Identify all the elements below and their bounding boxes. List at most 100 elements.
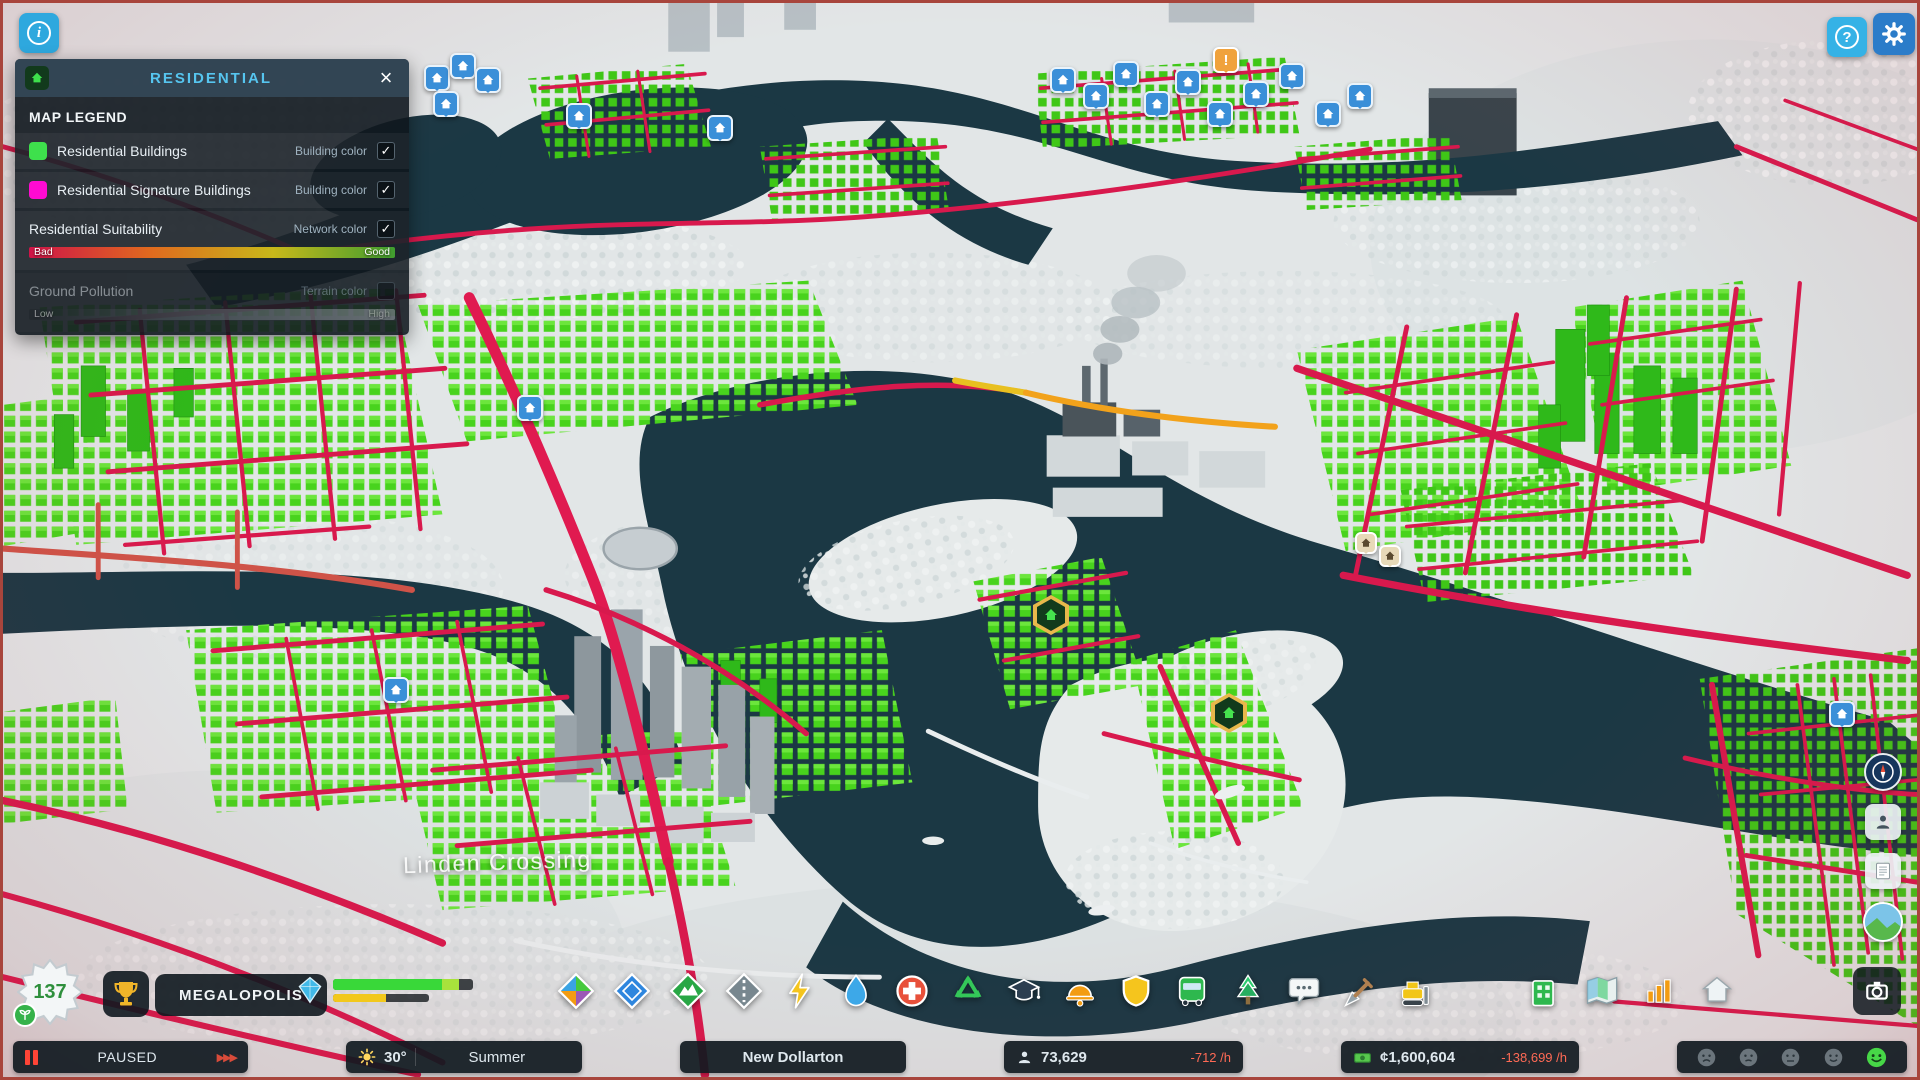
- transportation-button[interactable]: [1170, 969, 1214, 1013]
- pollution-checkbox[interactable]: [377, 282, 395, 300]
- suitability-gradient-bar: Bad Good: [29, 247, 395, 258]
- signature-checkbox[interactable]: [377, 181, 395, 199]
- residential-checkbox[interactable]: [377, 142, 395, 160]
- legend-row-label: Ground Pollution: [29, 283, 134, 299]
- house-marker-icon[interactable]: [383, 677, 409, 703]
- house-marker-icon[interactable]: [450, 53, 476, 79]
- city-name-widget: New Dollarton: [680, 1041, 906, 1073]
- statistics-icon: [1647, 979, 1671, 1003]
- electricity-button[interactable]: [778, 969, 822, 1013]
- statistics-button[interactable]: [1637, 969, 1681, 1013]
- fire-rescue-button[interactable]: [1058, 969, 1102, 1013]
- house-marker-icon[interactable]: [1083, 83, 1109, 109]
- scale-min-label: Low: [34, 308, 54, 320]
- advisor-icon: [1701, 976, 1733, 1002]
- demolition-button[interactable]: [1394, 969, 1438, 1013]
- pollution-gradient-bar: Low High: [29, 309, 395, 320]
- photo-mode-button[interactable]: [1853, 967, 1901, 1015]
- water-button[interactable]: [834, 969, 878, 1013]
- house-marker-icon[interactable]: [1144, 91, 1170, 117]
- home-lot-marker-icon[interactable]: [1379, 545, 1401, 567]
- house-marker-icon[interactable]: [517, 395, 543, 421]
- house-marker-icon[interactable]: [1243, 81, 1269, 107]
- garbage-button[interactable]: [946, 969, 990, 1013]
- house-marker-icon[interactable]: [433, 91, 459, 117]
- house-marker-icon[interactable]: [1050, 67, 1076, 93]
- advisor-button[interactable]: [1695, 969, 1739, 1013]
- house-marker-icon[interactable]: [1113, 61, 1139, 87]
- communications-icon: [1288, 978, 1320, 1006]
- house-marker-icon[interactable]: [1347, 83, 1373, 109]
- treasury-widget: ¢1,600,604 -138,699 /h: [1341, 1041, 1579, 1073]
- angry-face-icon: [1696, 1047, 1717, 1068]
- population-widget: 73,629 -712 /h: [1004, 1041, 1243, 1073]
- legend-row-type: Network color: [293, 222, 367, 236]
- residential-zone-icon: [25, 66, 49, 90]
- house-marker-icon[interactable]: [707, 115, 733, 141]
- water-icon: [845, 973, 867, 1007]
- journal-icon: [1876, 862, 1890, 880]
- treasury-change: -138,699 /h: [1501, 1049, 1567, 1065]
- fire-rescue-icon: [1066, 984, 1094, 1007]
- neutral-face-icon: [1780, 1047, 1801, 1068]
- home-lot-marker-icon[interactable]: [1355, 532, 1377, 554]
- parks-button[interactable]: [1226, 969, 1270, 1013]
- education-button[interactable]: [1002, 969, 1046, 1013]
- house-marker-icon[interactable]: [475, 67, 501, 93]
- legend-row-pollution: Ground Pollution Terrain color Low High: [15, 273, 409, 332]
- roads-button[interactable]: [722, 969, 766, 1013]
- speed-arrows-icon[interactable]: ▶▶▶: [217, 1051, 238, 1064]
- house-marker-icon[interactable]: [424, 65, 450, 91]
- help-button[interactable]: ?: [1827, 17, 1867, 57]
- xp-bar: [333, 978, 473, 990]
- milestones-trophy-button[interactable]: [103, 971, 149, 1017]
- temperature-value: 30°: [384, 1048, 407, 1066]
- landscaping-icon: [1343, 978, 1373, 1008]
- districts-button[interactable]: [610, 969, 654, 1013]
- milestone-badge[interactable]: 137: [13, 959, 83, 1027]
- communications-button[interactable]: [1282, 969, 1326, 1013]
- house-marker-icon[interactable]: [1207, 101, 1233, 127]
- very-happy-face-icon: [1865, 1046, 1888, 1069]
- healthcare-button[interactable]: [890, 969, 934, 1013]
- happy-face-icon: [1823, 1047, 1844, 1068]
- info-icon: i: [27, 21, 51, 45]
- legend-row-label: Residential Buildings: [57, 143, 187, 159]
- settings-button[interactable]: [1873, 13, 1915, 55]
- suitability-checkbox[interactable]: [377, 220, 395, 238]
- info-views-button[interactable]: [1521, 969, 1565, 1013]
- residential-swatch: [29, 142, 47, 160]
- simulation-speed-controls: PAUSED ▶▶▶: [13, 1041, 248, 1073]
- help-icon: ?: [1835, 25, 1859, 49]
- legend-row-label: Residential Signature Buildings: [57, 182, 251, 198]
- house-marker-icon[interactable]: [1175, 69, 1201, 95]
- alert-marker-icon[interactable]: !: [1213, 47, 1239, 73]
- house-marker-icon[interactable]: [1279, 63, 1305, 89]
- police-icon: [1122, 975, 1150, 1007]
- pause-icon[interactable]: [25, 1049, 38, 1065]
- police-button[interactable]: [1114, 969, 1158, 1013]
- right-edge-tools: [1863, 753, 1903, 942]
- close-icon[interactable]: ×: [373, 65, 399, 91]
- roads-icon: [725, 972, 763, 1010]
- parks-icon: [1236, 974, 1260, 1005]
- zoning-button[interactable]: [554, 969, 598, 1013]
- population-value: 73,629: [1041, 1048, 1087, 1066]
- journal-button[interactable]: [1865, 853, 1901, 889]
- transportation-icon: [1178, 976, 1206, 1007]
- treasury-value: ¢1,600,604: [1380, 1048, 1456, 1066]
- map-tiles-button[interactable]: [1579, 969, 1623, 1013]
- landscaping-button[interactable]: [1338, 969, 1382, 1013]
- main-toolbar: [554, 969, 1438, 1013]
- citizen-panel-button[interactable]: [1865, 804, 1901, 840]
- house-marker-icon[interactable]: [566, 103, 592, 129]
- info-views-icon: [1532, 980, 1554, 1007]
- legend-row-type: Building color: [294, 183, 367, 197]
- info-button[interactable]: i: [19, 13, 59, 53]
- terrain-button[interactable]: [666, 969, 710, 1013]
- compass-button[interactable]: [1864, 753, 1902, 791]
- signature-swatch: [29, 181, 47, 199]
- house-marker-icon[interactable]: [1829, 701, 1855, 727]
- snapshot-button[interactable]: [1863, 902, 1903, 942]
- house-marker-icon[interactable]: [1315, 101, 1341, 127]
